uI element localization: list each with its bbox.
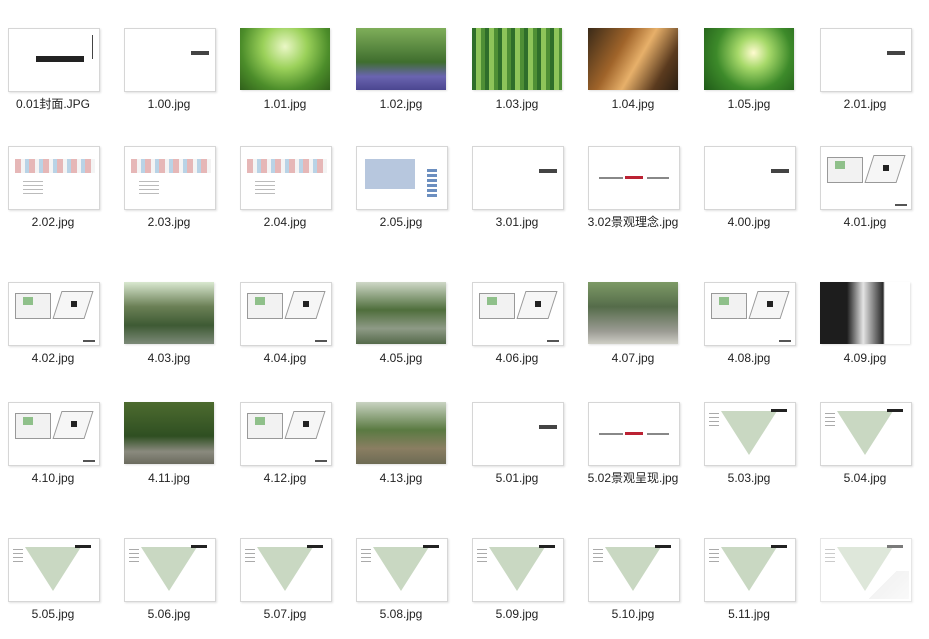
- file-name-label: 2.04.jpg: [263, 215, 307, 229]
- file-name-label: 4.09.jpg: [843, 351, 887, 365]
- file-name-label: 4.11.jpg: [148, 471, 190, 485]
- file-name-label: 5.02景观呈现.jpg: [587, 471, 679, 485]
- file-name-label: 1.03.jpg: [495, 97, 539, 111]
- file-name-label: 5.06.jpg: [147, 607, 191, 621]
- file-thumbnail[interactable]: [472, 538, 564, 602]
- file-thumbnail[interactable]: [8, 402, 100, 466]
- file-thumbnail[interactable]: [356, 28, 446, 90]
- file-thumbnail[interactable]: [588, 28, 678, 90]
- file-name-label: 4.08.jpg: [727, 351, 771, 365]
- file-name-label: 5.08.jpg: [379, 607, 423, 621]
- file-thumbnail[interactable]: [820, 538, 912, 602]
- file-thumbnail[interactable]: [472, 282, 564, 346]
- file-name-label: 4.04.jpg: [263, 351, 307, 365]
- file-thumbnail[interactable]: [356, 282, 446, 344]
- file-thumbnail[interactable]: [820, 282, 910, 344]
- file-name-label: 2.05.jpg: [379, 215, 423, 229]
- file-name-label: 5.10.jpg: [611, 607, 655, 621]
- file-thumbnail[interactable]: [124, 28, 216, 92]
- file-name-label: 2.02.jpg: [31, 215, 75, 229]
- file-name-label: 3.01.jpg: [495, 215, 539, 229]
- file-name-label: 4.13.jpg: [379, 471, 423, 485]
- file-name-label: 2.01.jpg: [843, 97, 887, 111]
- file-thumbnail[interactable]: [820, 402, 912, 466]
- file-name-label: 4.07.jpg: [611, 351, 655, 365]
- file-name-label: 5.05.jpg: [31, 607, 75, 621]
- file-thumbnail[interactable]: [588, 538, 680, 602]
- file-name-label: 4.12.jpg: [263, 471, 307, 485]
- file-name-label: 4.06.jpg: [495, 351, 539, 365]
- file-name-label: 4.10.jpg: [31, 471, 75, 485]
- file-name-label: 4.00.jpg: [727, 215, 771, 229]
- file-thumbnail[interactable]: [472, 28, 562, 90]
- file-thumbnail[interactable]: [8, 282, 100, 346]
- file-name-label: 1.04.jpg: [611, 97, 655, 111]
- file-name-label: 1.00.jpg: [147, 97, 191, 111]
- file-name-label: 4.01.jpg: [843, 215, 887, 229]
- file-name-label: 5.01.jpg: [495, 471, 539, 485]
- file-thumbnail[interactable]: [240, 538, 332, 602]
- file-name-label: 1.02.jpg: [379, 97, 423, 111]
- file-thumbnail[interactable]: [240, 402, 332, 466]
- file-name-label: 3.02景观理念.jpg: [587, 215, 679, 229]
- file-thumbnail[interactable]: [472, 402, 564, 466]
- file-name-label: 0.01封面.JPG: [15, 97, 91, 111]
- file-thumbnail[interactable]: [124, 402, 214, 464]
- file-thumbnail[interactable]: [124, 538, 216, 602]
- file-thumbnail[interactable]: [588, 282, 678, 344]
- file-name-label: 5.04.jpg: [843, 471, 887, 485]
- file-thumbnail[interactable]: [704, 402, 796, 466]
- file-name-label: 5.07.jpg: [263, 607, 307, 621]
- file-thumbnail[interactable]: [8, 28, 100, 92]
- file-thumbnail[interactable]: [8, 538, 100, 602]
- file-thumbnail[interactable]: [356, 402, 446, 464]
- file-thumbnail[interactable]: [704, 28, 794, 90]
- file-thumbnail[interactable]: [820, 146, 912, 210]
- file-thumbnail[interactable]: [704, 282, 796, 346]
- file-grid: 0.01封面.JPG 1.00.jpg 1.01.jpg 1.02.jpg 1.03.j…: [0, 0, 929, 639]
- file-thumbnail[interactable]: [820, 28, 912, 92]
- file-name-label: 4.03.jpg: [147, 351, 191, 365]
- file-thumbnail[interactable]: [240, 146, 332, 210]
- file-thumbnail[interactable]: [704, 146, 796, 210]
- file-thumbnail[interactable]: [124, 282, 214, 344]
- file-name-label: 4.02.jpg: [31, 351, 75, 365]
- file-thumbnail[interactable]: [356, 538, 448, 602]
- file-name-label: 5.03.jpg: [727, 471, 771, 485]
- file-name-label: 1.01.jpg: [263, 97, 307, 111]
- file-thumbnail[interactable]: [356, 146, 448, 210]
- file-thumbnail[interactable]: [704, 538, 796, 602]
- file-thumbnail[interactable]: [588, 402, 680, 466]
- file-thumbnail[interactable]: [8, 146, 100, 210]
- file-thumbnail[interactable]: [588, 146, 680, 210]
- file-name-label: 1.05.jpg: [727, 97, 771, 111]
- file-name-label: 5.11.jpg: [728, 607, 770, 621]
- file-thumbnail[interactable]: [472, 146, 564, 210]
- file-thumbnail[interactable]: [124, 146, 216, 210]
- file-thumbnail[interactable]: [240, 28, 330, 90]
- file-name-label: 5.09.jpg: [495, 607, 539, 621]
- file-name-label: 2.03.jpg: [147, 215, 191, 229]
- file-thumbnail[interactable]: [240, 282, 332, 346]
- file-name-label: 4.05.jpg: [379, 351, 423, 365]
